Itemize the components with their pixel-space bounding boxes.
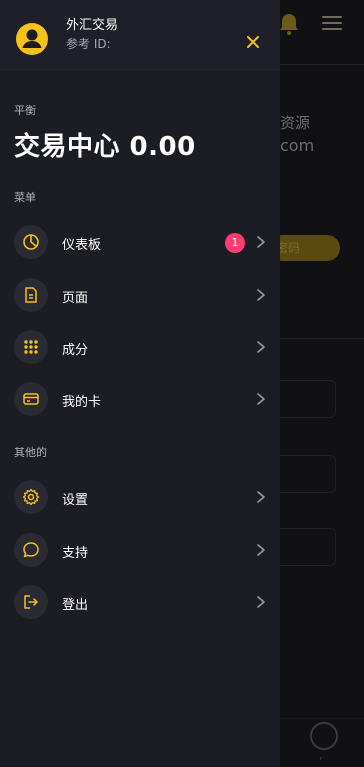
menu-item-label: 仪表板 bbox=[62, 238, 102, 253]
balance-value: 交易中心 0.00 bbox=[14, 132, 196, 162]
dashboard-icon bbox=[14, 225, 48, 259]
menu-item-label: 成分 bbox=[62, 343, 89, 358]
chat-icon bbox=[14, 533, 48, 567]
gear-icon bbox=[14, 480, 48, 514]
side-drawer: 外汇交易 参考 ID: 平衡 交易中心 0.00 菜单 仪表板 1 页面 成分 … bbox=[0, 0, 280, 767]
background-text: com bbox=[280, 136, 315, 155]
menu-item-dashboard[interactable]: 仪表板 1 bbox=[0, 217, 280, 265]
notification-badge: 1 bbox=[225, 233, 245, 253]
chevron-right-icon bbox=[257, 544, 265, 556]
grid-dots-icon bbox=[14, 330, 48, 364]
user-icon bbox=[22, 29, 42, 48]
app-name: 外汇交易 bbox=[66, 18, 119, 33]
drawer-header: 外汇交易 参考 ID: bbox=[0, 0, 280, 70]
close-icon[interactable] bbox=[245, 34, 261, 50]
chevron-right-icon bbox=[257, 596, 265, 608]
chevron-right-icon bbox=[257, 341, 265, 353]
caret-icon: ᵣ bbox=[320, 753, 323, 763]
chevron-right-icon bbox=[257, 491, 265, 503]
balance-section-label: 平衡 bbox=[14, 104, 36, 117]
menu-section-label: 菜单 bbox=[14, 191, 36, 204]
chevron-right-icon bbox=[257, 289, 265, 301]
chevron-right-icon bbox=[257, 236, 265, 248]
menu-item-label: 页面 bbox=[62, 291, 89, 306]
document-icon bbox=[14, 278, 48, 312]
chevron-right-icon bbox=[257, 393, 265, 405]
menu-item-pages[interactable]: 页面 bbox=[0, 270, 280, 318]
bottom-nav-divider bbox=[280, 718, 364, 719]
profile-nav-icon[interactable] bbox=[310, 722, 338, 750]
menu-item-label: 支持 bbox=[62, 546, 89, 561]
menu-item-support[interactable]: 支持 bbox=[0, 525, 280, 573]
menu-item-logout[interactable]: 登出 bbox=[0, 577, 280, 625]
card-icon bbox=[14, 382, 48, 416]
background-text: 资源 bbox=[280, 114, 311, 132]
logout-icon bbox=[14, 585, 48, 619]
background-button[interactable]: 密码 bbox=[270, 235, 340, 261]
menu-item-components[interactable]: 成分 bbox=[0, 322, 280, 370]
header-divider bbox=[278, 64, 364, 65]
menu-item-label: 我的卡 bbox=[62, 395, 102, 410]
avatar[interactable] bbox=[16, 23, 48, 55]
user-id-label: 参考 ID: bbox=[66, 37, 111, 51]
other-section-label: 其他的 bbox=[14, 446, 47, 459]
menu-item-label: 登出 bbox=[62, 598, 89, 613]
menu-item-settings[interactable]: 设置 bbox=[0, 472, 280, 520]
divider bbox=[278, 338, 364, 339]
hamburger-menu-icon[interactable] bbox=[322, 16, 342, 30]
menu-item-my-card[interactable]: 我的卡 bbox=[0, 374, 280, 422]
bell-icon[interactable] bbox=[278, 12, 300, 36]
menu-item-label: 设置 bbox=[62, 493, 89, 508]
